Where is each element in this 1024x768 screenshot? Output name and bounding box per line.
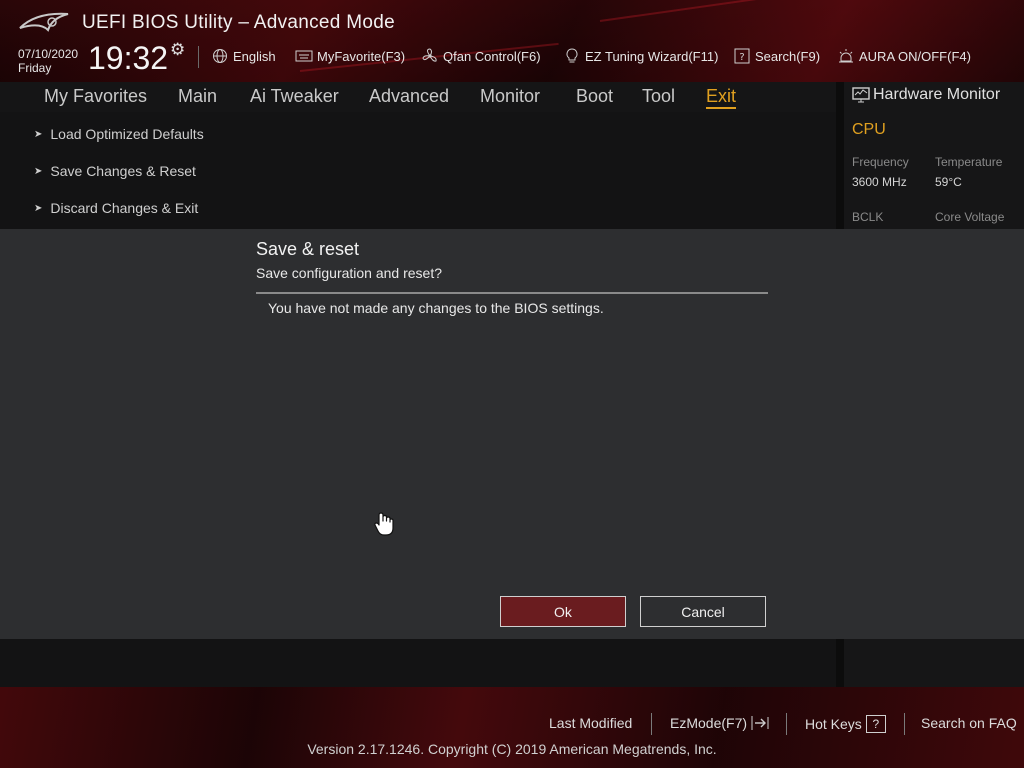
myfavorite-label: MyFavorite(F3) [317, 48, 406, 64]
hand-pointer-cursor-icon [374, 512, 394, 536]
tab-tool[interactable]: Tool [642, 86, 675, 107]
gear-icon[interactable]: ⚙ [170, 41, 188, 59]
search-faq-button[interactable]: Search on FAQ [921, 715, 1017, 731]
temperature-label: Temperature [935, 155, 1003, 169]
tab-advanced[interactable]: Advanced [369, 86, 449, 107]
app-title: UEFI BIOS Utility – Advanced Mode [82, 12, 395, 33]
tab-my-favorites[interactable]: My Favorites [44, 86, 147, 107]
language-button[interactable]: English [211, 47, 276, 65]
dialog-message: You have not made any changes to the BIO… [268, 300, 604, 316]
tab-main[interactable]: Main [178, 86, 217, 107]
footer-divider [651, 713, 652, 735]
tab-boot[interactable]: Boot [576, 86, 613, 107]
help-key-icon: ? [865, 715, 886, 733]
footer-bar: Last Modified EzMode(F7) Hot Keys ? Sear… [0, 687, 1024, 768]
search-label: Search(F9) [755, 48, 821, 64]
svg-text:?: ? [739, 52, 744, 63]
temperature-value: 59°C [935, 175, 962, 189]
bclk-label: BCLK [852, 210, 884, 224]
help-box-icon: ? [733, 48, 751, 64]
lightbulb-icon [563, 48, 581, 64]
frequency-label: Frequency [852, 155, 909, 169]
qfan-control-label: Qfan Control(F6) [443, 48, 541, 64]
footer-divider [786, 713, 787, 735]
core-voltage-label: Core Voltage [935, 210, 1005, 224]
header-bar: UEFI BIOS Utility – Advanced Mode 07/10/… [0, 0, 1024, 82]
keyboard-icon [295, 48, 313, 64]
chevron-right-icon: ➤ [34, 202, 43, 214]
monitor-icon [852, 87, 870, 103]
copyright-text: Version 2.17.1246. Copyright (C) 2019 Am… [307, 741, 717, 757]
dialog-divider [256, 292, 768, 294]
ez-tuning-wizard-label: EZ Tuning Wizard(F11) [585, 48, 719, 64]
menu-item-label: Save Changes & Reset [50, 163, 196, 179]
frequency-value: 3600 MHz [852, 175, 907, 189]
qfan-control-button[interactable]: Qfan Control(F6) [421, 47, 541, 65]
myfavorite-button[interactable]: MyFavorite(F3) [295, 47, 405, 65]
aura-light-icon [837, 48, 855, 64]
tab-exit[interactable]: Exit [706, 86, 737, 109]
chevron-right-icon: ➤ [34, 165, 43, 177]
decor-stripe [599, 0, 898, 22]
ok-button[interactable]: Ok [500, 596, 626, 627]
menu-item-label: Discard Changes & Exit [50, 200, 199, 216]
menu-item-discard-changes-exit[interactable]: ➤ Discard Changes & Exit [34, 200, 198, 216]
chevron-right-icon: ➤ [34, 128, 43, 140]
menu-item-save-changes-reset[interactable]: ➤ Save Changes & Reset [34, 163, 196, 179]
header-divider [198, 46, 199, 68]
dialog-title: Save & reset [256, 239, 360, 259]
cpu-section-title: CPU [852, 121, 886, 138]
hardware-monitor-title: Hardware Monitor [852, 86, 1000, 104]
search-button[interactable]: ? Search(F9) [733, 47, 820, 65]
hot-keys-button[interactable]: Hot Keys ? [805, 715, 886, 733]
last-modified-button[interactable]: Last Modified [549, 715, 632, 731]
menu-item-label: Load Optimized Defaults [50, 126, 204, 142]
language-label: English [233, 48, 276, 64]
rog-logo-icon [19, 12, 69, 32]
date-display: 07/10/2020 [18, 47, 79, 61]
tab-ai-tweaker[interactable]: Ai Tweaker [250, 86, 339, 107]
clock-display: 19:32 [88, 40, 169, 76]
footer-divider [904, 713, 905, 735]
ez-tuning-wizard-button[interactable]: EZ Tuning Wizard(F11) [563, 47, 718, 65]
globe-icon [211, 48, 229, 64]
save-reset-dialog [0, 229, 1024, 639]
fan-icon [421, 48, 439, 64]
aura-toggle-label: AURA ON/OFF(F4) [859, 48, 971, 64]
day-display: Friday [18, 61, 52, 75]
cancel-button[interactable]: Cancel [640, 596, 766, 627]
exit-arrow-icon [750, 715, 770, 731]
hardware-monitor-label: Hardware Monitor [873, 86, 1001, 103]
menu-item-load-optimized-defaults[interactable]: ➤ Load Optimized Defaults [34, 126, 204, 142]
dialog-subtitle: Save configuration and reset? [256, 265, 443, 281]
ezmode-button[interactable]: EzMode(F7) [670, 715, 770, 731]
tab-monitor[interactable]: Monitor [480, 86, 540, 107]
main-tab-bar: My Favorites Main Ai Tweaker Advanced Mo… [0, 82, 836, 112]
hot-keys-label: Hot Keys [805, 716, 862, 732]
aura-toggle-button[interactable]: AURA ON/OFF(F4) [837, 47, 971, 65]
ezmode-label: EzMode(F7) [670, 715, 748, 731]
